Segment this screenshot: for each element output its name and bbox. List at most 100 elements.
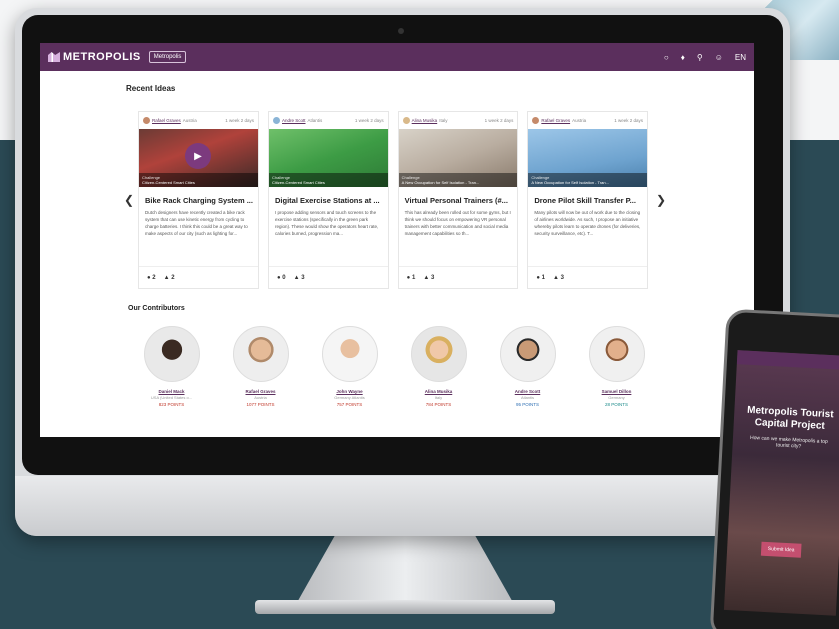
chat-icon[interactable]: ○	[664, 53, 669, 62]
carousel-prev-icon[interactable]: ❮	[124, 193, 134, 207]
challenge-label: Challenge Citizen-Centered Smart Cities	[269, 173, 388, 187]
contributors-heading: Our Contributors	[128, 305, 185, 312]
likes-count[interactable]: ▲ 3	[553, 275, 564, 281]
card-location: Italy	[439, 118, 448, 123]
comments-value: 1	[411, 274, 416, 281]
likes-count[interactable]: ▲ 3	[423, 275, 434, 281]
contributor[interactable]: Andre Scott Atlantis 95 POINTS	[499, 326, 556, 407]
avatar[interactable]	[588, 326, 645, 382]
contributor-location: Germany Atlantis	[334, 395, 365, 400]
card-image[interactable]: Challenge A New Occupation for Self Isol…	[528, 129, 648, 187]
contributor-name[interactable]: Rafael Graves	[245, 389, 275, 394]
ideas-carousel: ❮ Rafael Graves Austria 1 week 2 days ▶ …	[124, 101, 666, 291]
contributor[interactable]: Alina Musika Italy 784 POINTS	[410, 326, 467, 407]
card-author[interactable]: Andre Scott	[282, 118, 306, 123]
idea-card[interactable]: Alina Musika Italy 1 week 2 days Challen…	[397, 111, 519, 289]
contributor-name[interactable]: John Wayne	[336, 389, 362, 394]
challenge-name: Citizen-Centered Smart Cities	[142, 180, 195, 185]
monitor-stand-base	[255, 600, 555, 614]
contributor[interactable]: Rafael Graves Austria 1077 POINTS	[232, 326, 289, 407]
thumbs-up-icon: ▲	[293, 274, 300, 281]
search-icon[interactable]: ⚲	[697, 53, 703, 62]
app-screen: METROPOLIS Metropolis ○ ♦ ⚲ ☺ EN Recent …	[40, 43, 754, 437]
card-image[interactable]: Challenge A New Occupation for Self Isol…	[398, 129, 518, 187]
comments-count[interactable]: ● 0	[277, 275, 286, 281]
likes-count[interactable]: ▲ 3	[294, 275, 305, 281]
contributor-location: Atlantis	[520, 395, 535, 400]
avatar[interactable]	[232, 326, 289, 382]
play-icon[interactable]: ▶	[185, 143, 211, 169]
comments-count[interactable]: ● 2	[147, 275, 156, 281]
card-header: Andre Scott Atlantis 1 week 2 days	[269, 112, 388, 129]
likes-count[interactable]: ▲ 2	[164, 275, 175, 281]
comment-icon: ●	[277, 274, 281, 281]
contributor-points: 784 POINTS	[425, 402, 452, 407]
contributor-points: 1077 POINTS	[246, 402, 275, 407]
contributor[interactable]: Daniel Mack USA (United States o... 823 …	[143, 326, 200, 407]
phone-hero-title: Metropolis Tourist Capital Project	[746, 404, 834, 432]
challenge-tag: Challenge	[401, 175, 420, 180]
author-avatar	[532, 117, 540, 124]
phone-screen: Metropolis Tourist Capital Project How c…	[723, 350, 839, 616]
avatar[interactable]	[321, 326, 378, 382]
card-author[interactable]: Rafael Graves	[152, 118, 181, 123]
contributor-name[interactable]: Samuel Dillon	[602, 389, 632, 394]
avatar[interactable]	[410, 326, 467, 382]
comments-value: 1	[541, 274, 545, 281]
top-bar: METROPOLIS Metropolis ○ ♦ ⚲ ☺ EN	[40, 43, 754, 71]
challenge-tag: Challenge	[272, 175, 291, 180]
card-footer: ● 1 ▲ 3	[528, 266, 648, 288]
idea-card[interactable]: Rafael Graves Austria 1 week 2 days ▶ Ch…	[138, 111, 259, 289]
user-icon[interactable]: ☺	[715, 53, 723, 62]
card-footer: ● 2 ▲ 2	[139, 266, 258, 288]
contributor-location: Italy	[434, 395, 443, 400]
card-body: This has already been rolled out for som…	[404, 210, 511, 236]
card-header: Rafael Graves Austria 1 week 2 days	[139, 112, 258, 129]
contributor-name[interactable]: Daniel Mack	[158, 389, 184, 394]
thumbs-up-icon: ▲	[163, 274, 170, 281]
challenge-label: Challenge A New Occupation for Self Isol…	[398, 173, 518, 187]
card-location: Austria	[182, 118, 197, 123]
app-name: METROPOLIS	[63, 51, 141, 63]
bell-icon[interactable]: ♦	[681, 53, 685, 62]
contributor-points: 28 POINTS	[604, 402, 628, 407]
recent-ideas-heading: Recent Ideas	[126, 84, 176, 93]
card-title[interactable]: Drone Pilot Skill Transfer P...	[528, 187, 647, 209]
idea-card[interactable]: Andre Scott Atlantis 1 week 2 days Chall…	[268, 111, 389, 289]
avatar[interactable]	[143, 326, 200, 382]
author-avatar	[143, 117, 150, 124]
card-title[interactable]: Virtual Personal Trainers (#...	[399, 187, 518, 209]
phone-mockup: Metropolis Tourist Capital Project How c…	[709, 308, 839, 629]
contributor-name[interactable]: Andre Scott	[515, 389, 541, 394]
contributor[interactable]: Samuel Dillon Germany 28 POINTS	[588, 326, 645, 407]
card-author[interactable]: Alina Musika	[412, 118, 438, 123]
city-skyline-icon	[48, 52, 60, 62]
thumbs-up-icon: ▲	[423, 274, 430, 281]
challenge-name: A New Occupation for Self Isolation - Tr…	[401, 180, 480, 185]
likes-value: 3	[430, 274, 435, 281]
challenge-tag: Challenge	[142, 175, 161, 180]
submit-idea-button[interactable]: Submit Idea	[760, 541, 802, 558]
card-title[interactable]: Bike Rack Charging System ...	[139, 187, 258, 209]
card-image[interactable]: Challenge Citizen-Centered Smart Cities	[269, 129, 388, 187]
card-image[interactable]: ▶ Challenge Citizen-Centered Smart Citie…	[139, 129, 258, 187]
contributor-location: Austria	[254, 395, 267, 400]
carousel-next-icon[interactable]: ❯	[656, 193, 666, 207]
card-author[interactable]: Rafael Graves	[541, 118, 570, 123]
comments-count[interactable]: ● 1	[536, 275, 545, 281]
community-badge[interactable]: Metropolis	[148, 51, 187, 63]
contributor-name[interactable]: Alina Musika	[425, 389, 453, 394]
card-header: Alina Musika Italy 1 week 2 days	[399, 112, 518, 129]
card-location: Austria	[572, 118, 587, 123]
comment-icon: ●	[536, 274, 540, 281]
avatar[interactable]	[499, 326, 556, 382]
card-title[interactable]: Digital Exercise Stations at ...	[269, 187, 388, 209]
comments-count[interactable]: ● 1	[407, 275, 416, 281]
contributor-points: 823 POINTS	[158, 402, 185, 407]
app-logo[interactable]: METROPOLIS	[48, 51, 141, 63]
idea-card[interactable]: Rafael Graves Austria 1 week 2 days Chal…	[527, 111, 649, 289]
card-body: Dutch designers have recently created a …	[145, 210, 248, 236]
contributor[interactable]: John Wayne Germany Atlantis 757 POINTS	[321, 326, 378, 407]
language-toggle[interactable]: EN	[735, 53, 746, 62]
card-footer: ● 1 ▲ 3	[398, 266, 518, 288]
